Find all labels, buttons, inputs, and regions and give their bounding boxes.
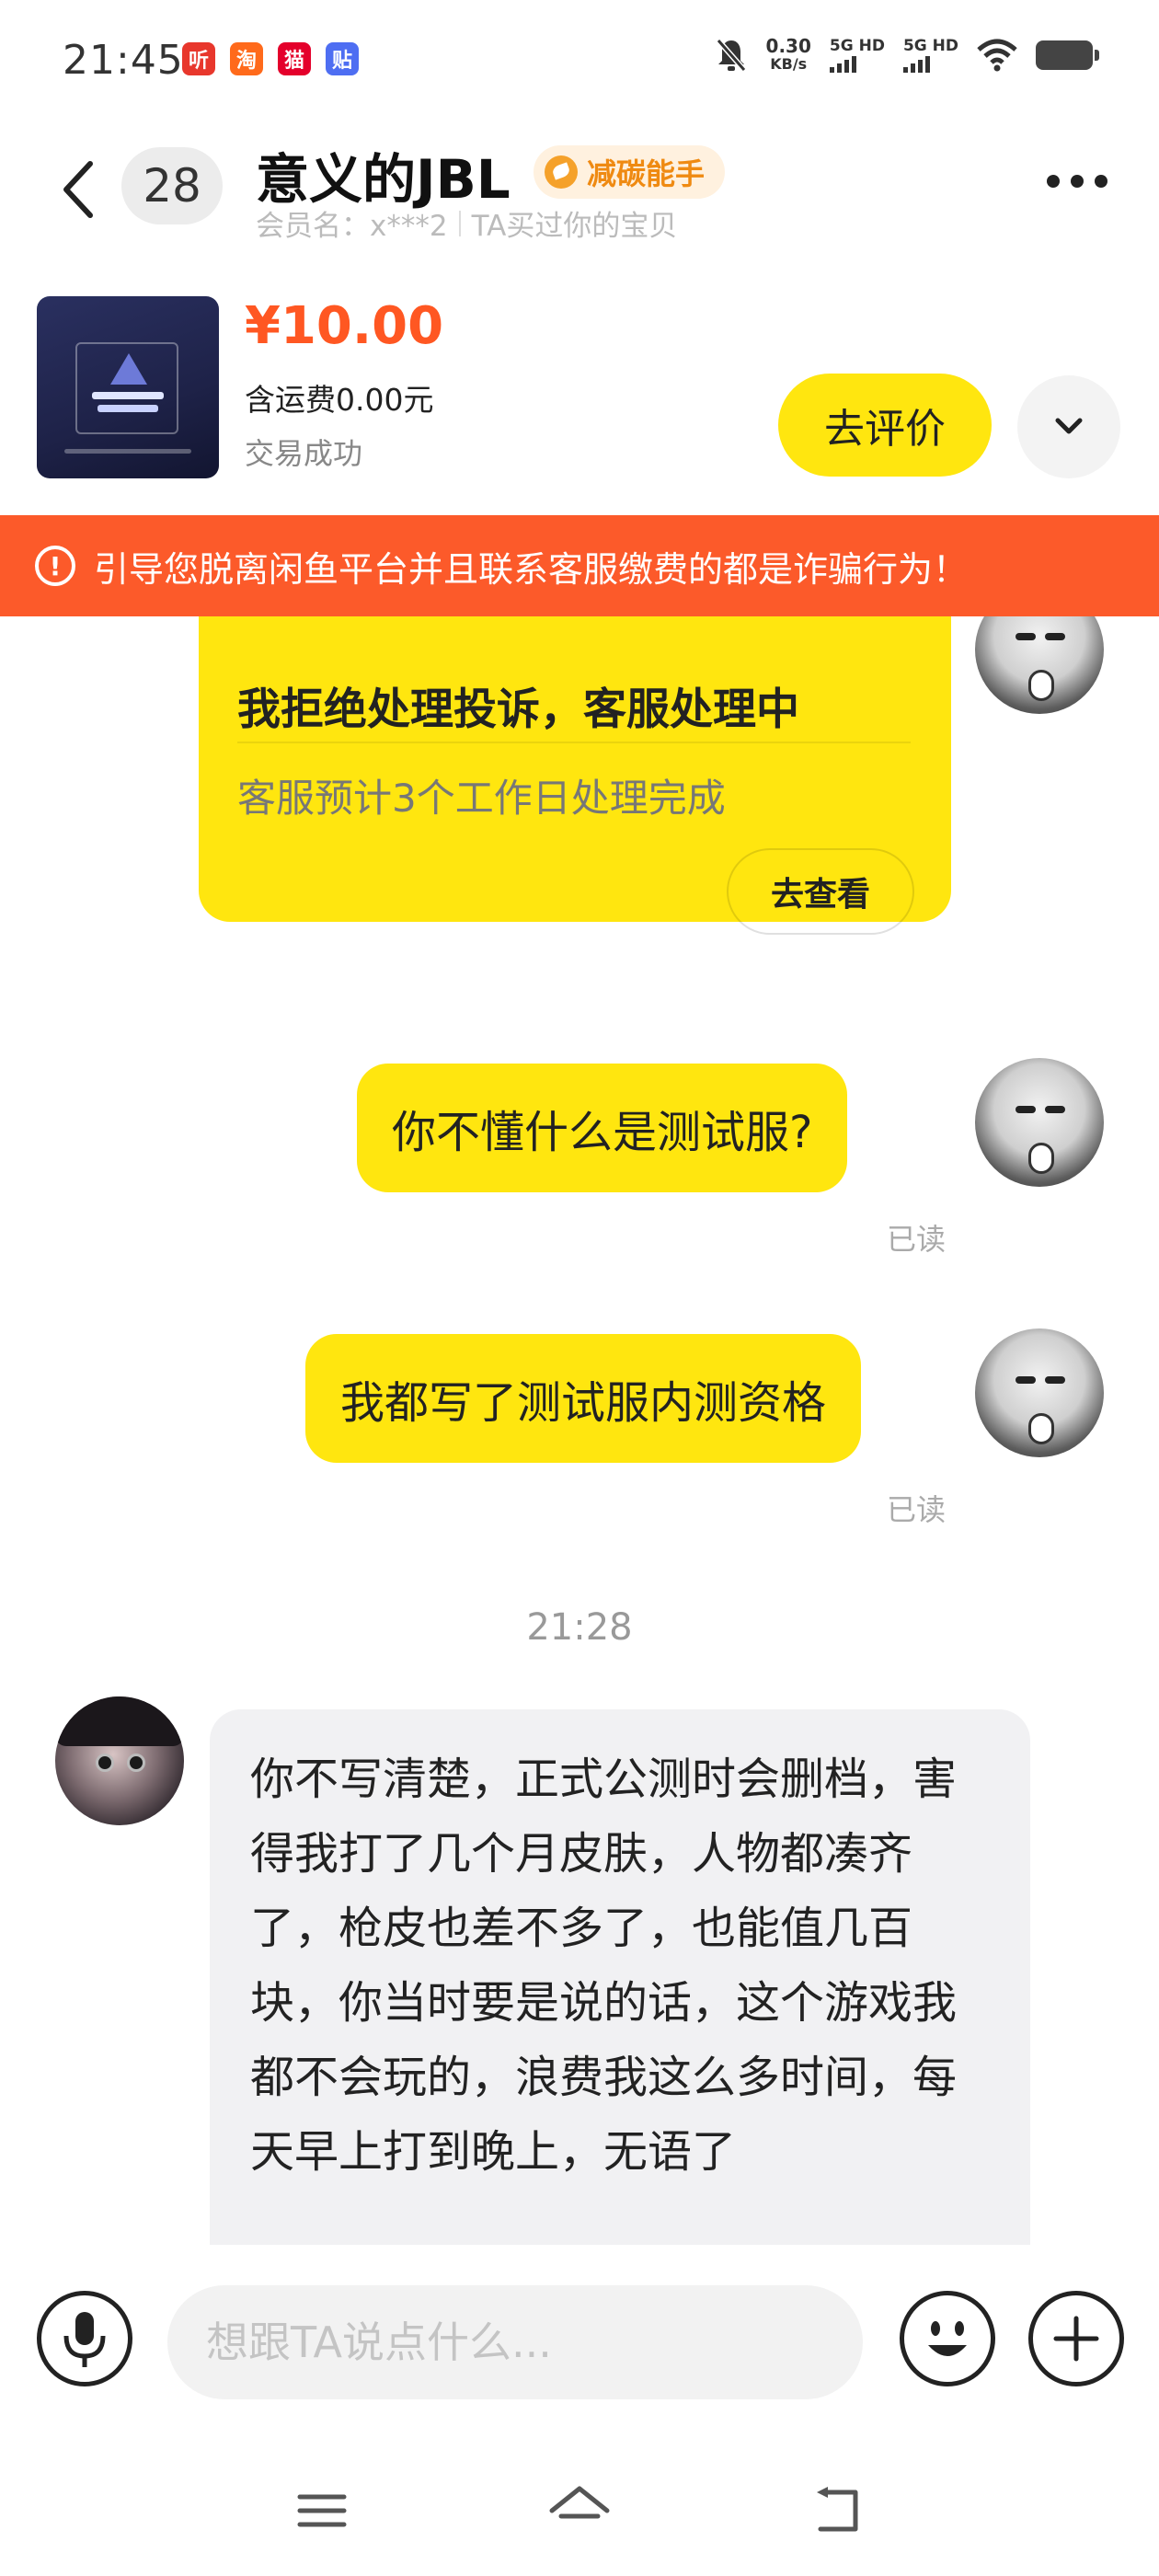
microphone-icon xyxy=(63,2312,106,2367)
warning-text: 引导您脱离闲鱼平台并且联系客服缴费的都是诈骗行为！ xyxy=(94,548,969,590)
message-input[interactable] xyxy=(167,2285,863,2399)
read-receipt: 已读 xyxy=(887,1222,947,1257)
thumbnail-line xyxy=(98,405,158,412)
thumbnail-line xyxy=(92,392,164,399)
view-complaint-button[interactable]: 去查看 xyxy=(727,848,914,935)
home-nav-button[interactable] xyxy=(546,2478,613,2544)
status-app-icons: 听 淘 猫 贴 xyxy=(182,42,359,75)
listen-app-icon: 听 xyxy=(182,42,215,75)
back-arrow-icon xyxy=(63,161,93,218)
my-avatar[interactable] xyxy=(975,616,1104,714)
leaf-icon xyxy=(545,155,578,189)
plus-icon xyxy=(1053,2316,1099,2362)
mute-bell-icon xyxy=(716,39,746,72)
status-bar: 21:45 听 淘 猫 贴 0.30 KB/s 5G HD 5G HD xyxy=(0,0,1159,120)
user-badge[interactable]: 减碳能手 xyxy=(534,145,726,199)
menu-nav-button[interactable] xyxy=(289,2478,355,2544)
smiley-icon xyxy=(928,2321,967,2356)
battery-icon xyxy=(1036,40,1099,70)
status-time: 21:45 xyxy=(63,37,184,84)
system-nav-bar xyxy=(0,2443,1159,2576)
network-speed: 0.30 KB/s xyxy=(766,37,811,74)
signal-1-label: 5G HD xyxy=(829,37,885,55)
message-bubble[interactable]: 你不写清楚，正式公测时会删档，害得我打了几个月皮肤，人物都凑齐了，枪皮也差不多了… xyxy=(210,1709,1030,2245)
chat-messages[interactable]: 我拒绝处理投诉，客服处理中 客服预计3个工作日处理完成 去查看 你不懂什么是测试… xyxy=(0,616,1159,2245)
signal-bars-icon xyxy=(829,56,885,73)
emoji-button[interactable] xyxy=(900,2291,995,2386)
more-dots-icon xyxy=(1095,175,1107,188)
divider xyxy=(458,210,461,236)
home-icon xyxy=(549,2486,610,2519)
fraud-warning-banner: ! 引导您脱离闲鱼平台并且联系客服缴费的都是诈骗行为！ xyxy=(0,515,1159,616)
warning-icon: ! xyxy=(35,546,75,586)
review-button[interactable]: 去评价 xyxy=(778,374,992,477)
thumbnail-line xyxy=(64,449,191,454)
my-avatar[interactable] xyxy=(975,1328,1104,1457)
back-button[interactable] xyxy=(53,153,109,226)
complaint-title: 我拒绝处理投诉，客服处理中 xyxy=(237,684,799,735)
signal-bars-icon xyxy=(902,56,958,73)
tmall-app-icon: 猫 xyxy=(278,42,311,75)
message-bubble[interactable]: 你不懂什么是测试服? xyxy=(357,1064,848,1192)
member-name: 会员名：x***2 xyxy=(256,210,448,243)
back-nav-button[interactable] xyxy=(804,2478,870,2544)
complaint-card: 我拒绝处理投诉，客服处理中 客服预计3个工作日处理完成 去查看 xyxy=(199,616,951,935)
unread-count-badge[interactable]: 28 xyxy=(121,147,223,224)
status-indicators: 0.30 KB/s 5G HD 5G HD xyxy=(715,37,1099,74)
badge-label: 减碳能手 xyxy=(587,156,706,191)
expand-button[interactable] xyxy=(1017,375,1120,478)
complaint-divider xyxy=(237,742,911,743)
chevron-down-icon xyxy=(1055,418,1083,434)
read-receipt: 已读 xyxy=(887,1492,947,1527)
thumbnail-logo xyxy=(110,353,147,385)
signal-1: 5G HD xyxy=(829,37,885,73)
network-speed-unit: KB/s xyxy=(770,55,808,73)
complaint-description: 客服预计3个工作日处理完成 xyxy=(237,776,726,821)
my-avatar[interactable] xyxy=(975,1058,1104,1187)
network-speed-value: 0.30 xyxy=(765,35,811,57)
order-price: ¥10.00 xyxy=(245,296,444,356)
input-bar xyxy=(0,2245,1159,2443)
relation-text: TA买过你的宝贝 xyxy=(471,210,678,243)
wifi-icon xyxy=(977,39,1017,72)
more-dots-icon xyxy=(1047,175,1060,188)
contact-subline: 会员名：x***2 TA买过你的宝贝 xyxy=(256,202,677,244)
message-timestamp: 21:28 xyxy=(526,1606,633,1649)
voice-button[interactable] xyxy=(37,2291,132,2386)
more-actions-button[interactable] xyxy=(1028,2291,1124,2386)
product-thumbnail[interactable] xyxy=(37,296,219,478)
chat-header: 28 意义的JBL 减碳能手 会员名：x***2 TA买过你的宝贝 xyxy=(0,120,1159,285)
signal-2: 5G HD xyxy=(902,37,958,73)
trade-status: 交易成功 xyxy=(245,436,363,471)
more-dots-icon xyxy=(1071,175,1084,188)
order-card[interactable]: ¥10.00 含运费0.00元 交易成功 去评价 xyxy=(0,285,1159,515)
signal-2-label: 5G HD xyxy=(902,37,958,55)
back-nav-icon xyxy=(817,2487,858,2532)
more-options-button[interactable] xyxy=(1047,175,1107,188)
taobao-app-icon: 淘 xyxy=(230,42,263,75)
menu-icon xyxy=(297,2494,347,2527)
shipping-fee: 含运费0.00元 xyxy=(245,382,434,418)
contact-avatar[interactable] xyxy=(55,1696,184,1825)
tieba-app-icon: 贴 xyxy=(326,42,359,75)
message-bubble[interactable]: 我都写了测试服内测资格 xyxy=(305,1334,862,1463)
